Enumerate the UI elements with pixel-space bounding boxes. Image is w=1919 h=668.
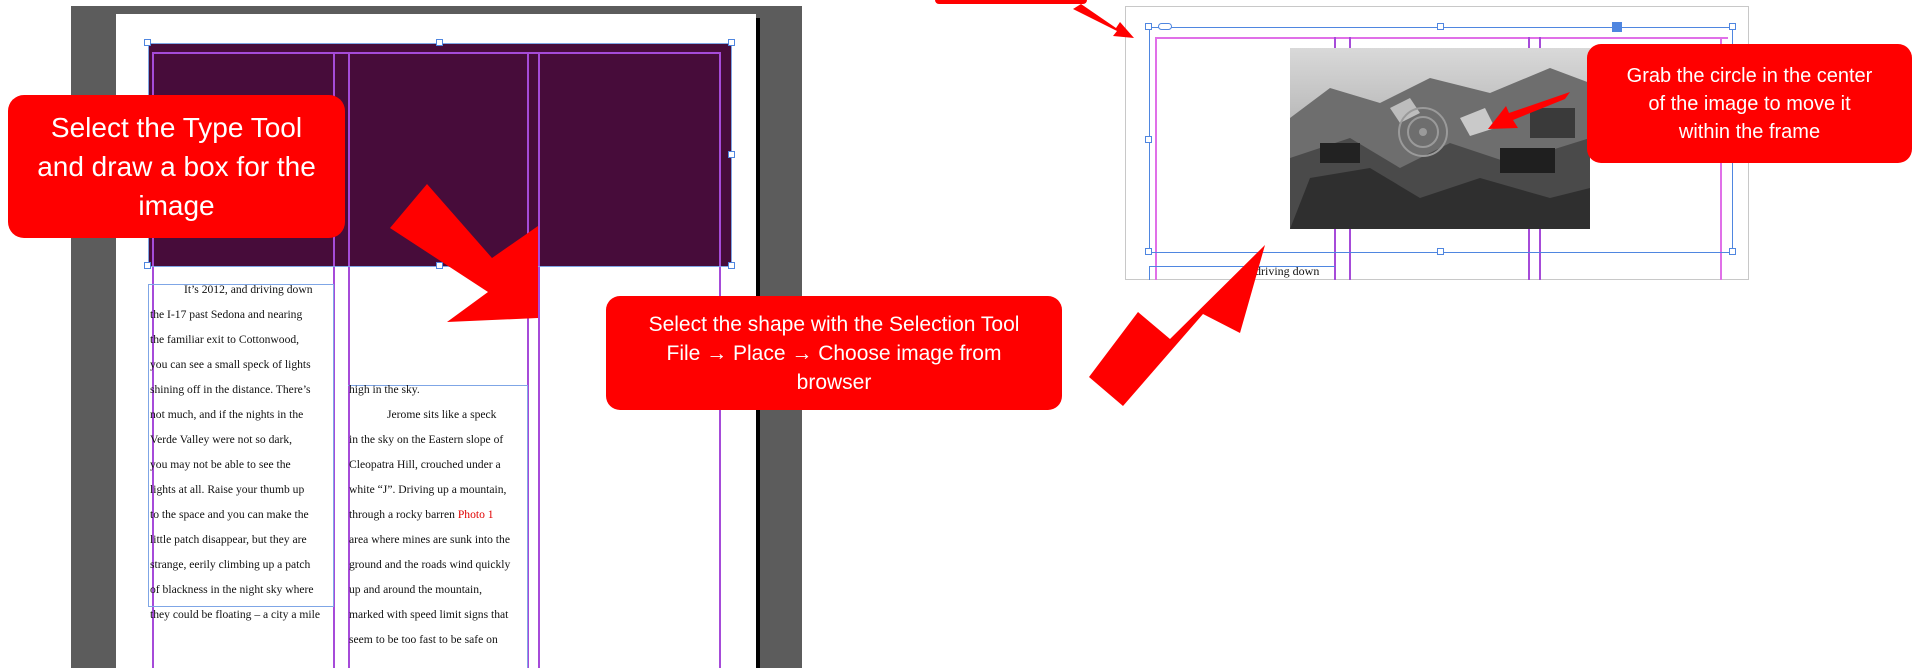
callout-line: Select the Type Tool — [50, 112, 303, 143]
callout-line: File → Place → Choose image from — [666, 341, 1002, 365]
down-right-arrow-icon — [390, 184, 538, 322]
callout-selection-tool: Select the shape with the Selection Tool… — [606, 296, 1062, 410]
up-right-arrow-icon — [1089, 245, 1265, 406]
callout-line: browser — [796, 370, 872, 394]
callout-line: of the image to move it — [1648, 92, 1851, 115]
callout-line: within the frame — [1678, 120, 1821, 143]
callout-type-tool: Select the Type Tool and draw a box for … — [8, 95, 345, 238]
callout-line: Select the shape with the Selection Tool — [648, 312, 1020, 336]
callout-grab-circle: Grab the circle in the center of the ima… — [1587, 44, 1912, 163]
callout-line: image — [138, 190, 215, 221]
pointer-arrow-icon — [1488, 92, 1570, 129]
callout-line: Grab the circle in the center — [1626, 64, 1873, 87]
small-arrow-icon — [1073, 4, 1134, 38]
callout-line: and draw a box for the — [37, 151, 316, 182]
